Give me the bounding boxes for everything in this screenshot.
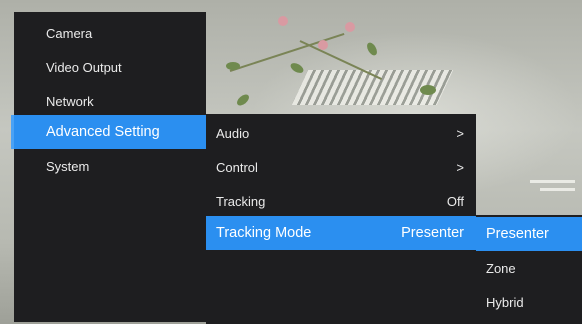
menu-item-system[interactable]: System [14,149,206,183]
submenu-item-tracking-mode[interactable]: Tracking Mode Presenter [206,216,476,250]
menu-item-network[interactable]: Network [14,84,206,118]
option-presenter[interactable]: Presenter [476,217,582,251]
option-zone[interactable]: Zone [476,251,582,285]
flower [318,40,328,50]
menu-item-label: Video Output [46,59,122,75]
submenu-item-label: Control [216,159,258,175]
wall-stripe [540,188,575,191]
chevron-right-icon: > [456,125,464,141]
submenu-item-label: Tracking [216,193,266,209]
submenu-item-label: Audio [216,125,250,141]
menu-item-label: System [46,158,90,174]
option-hybrid[interactable]: Hybrid [476,285,582,319]
submenu-item-control[interactable]: Control > [206,150,476,184]
submenu-item-label: Tracking Mode [216,225,312,241]
menu-item-camera[interactable]: Camera [14,16,206,50]
submenu-item-tracking[interactable]: Tracking Off [206,184,476,218]
selection-edge [11,115,14,149]
submenu-item-value: Off [446,193,464,209]
main-menu-panel: Camera Video Output Network Advanced Set… [11,12,206,322]
submenu-item-value: Presenter [401,225,464,241]
submenu-item-audio[interactable]: Audio > [206,116,476,150]
menu-item-advanced-setting[interactable]: Advanced Setting [11,115,206,149]
leaf [420,85,436,95]
chevron-right-icon: > [456,159,464,175]
menu-item-label: Camera [46,25,93,41]
option-label: Presenter [486,226,549,242]
option-label: Zone [486,260,516,276]
leaf [235,92,251,108]
menu-item-video-output[interactable]: Video Output [14,50,206,84]
menu-item-label: Advanced Setting [46,124,160,140]
flower [278,16,288,26]
option-label: Hybrid [486,294,524,310]
flower [345,22,355,32]
tracking-mode-options-panel: Presenter Zone Hybrid [476,215,582,324]
wall-stripe [530,180,575,183]
advanced-setting-panel: Audio > Control > Tracking Off Tracking … [206,114,476,324]
menu-item-label: Network [46,93,94,109]
leaf [226,62,240,70]
